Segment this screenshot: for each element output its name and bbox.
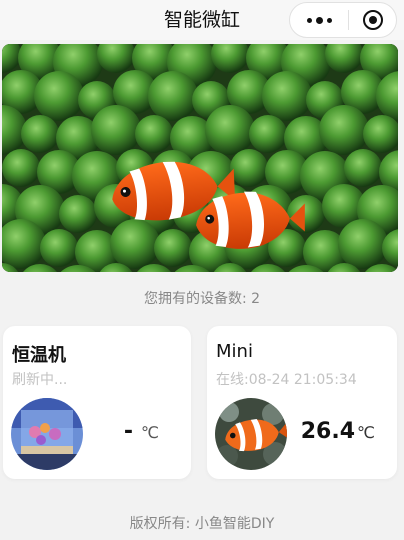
- anemone-bulb: [91, 105, 141, 155]
- anemone-bulb: [40, 229, 78, 267]
- temperature-value: -: [123, 419, 134, 444]
- nav-bar: 智能微缸: [0, 0, 404, 40]
- anemone-bulb: [344, 149, 382, 187]
- anemone-bulb: [287, 195, 325, 233]
- clownfish-anemone-illustration: [2, 44, 398, 272]
- device-card-heater[interactable]: 恒温机 刷新中... - ℃: [3, 326, 191, 479]
- device-count-text: 您拥有的设备数: 2: [143, 291, 261, 307]
- ellipsis-icon: [306, 17, 312, 23]
- target-icon: [362, 10, 383, 30]
- anemone-bulb: [59, 195, 97, 233]
- device-status: 刷新中...: [12, 372, 68, 388]
- mini-program-capsule: [289, 2, 397, 38]
- clownfish-thumbnail: [215, 398, 287, 470]
- anemone-bulb: [110, 219, 160, 269]
- temperature-value: 26.4: [300, 419, 356, 444]
- anemone-bulb: [2, 149, 40, 187]
- anemone-bulb: [154, 229, 192, 267]
- anemone-bulb: [249, 115, 287, 153]
- anemone-bulb: [205, 105, 255, 155]
- device-status: 在线:08-24 21:05:34: [216, 372, 357, 388]
- ellipsis-icon: [326, 17, 332, 23]
- close-button[interactable]: [349, 3, 396, 37]
- device-card-mini[interactable]: Mini 在线:08-24 21:05:34 26.4 ℃: [207, 326, 397, 479]
- temperature-readout: - ℃: [124, 419, 159, 444]
- anemone-bulb: [319, 105, 369, 155]
- anemone-bulb: [21, 115, 59, 153]
- anemone-bulb: [148, 71, 198, 121]
- device-name: Mini: [216, 341, 253, 362]
- anemone-bulb: [34, 71, 84, 121]
- aquarium-thumbnail: [11, 398, 83, 470]
- anemone-bulb: [338, 219, 388, 269]
- ellipsis-icon: [315, 16, 323, 24]
- copyright-footer: 版权所有: 小鱼智能DIY: [129, 516, 275, 532]
- more-button[interactable]: [290, 3, 348, 37]
- anemone-bulb: [262, 71, 312, 121]
- temperature-readout: 26.4 ℃: [301, 419, 375, 444]
- device-name: 恒温机: [12, 345, 66, 366]
- anemone-bulb: [135, 115, 173, 153]
- anemone-bulb: [230, 149, 268, 187]
- banner-image: [2, 44, 398, 272]
- temperature-unit: ℃: [357, 423, 375, 442]
- temperature-unit: ℃: [141, 423, 159, 442]
